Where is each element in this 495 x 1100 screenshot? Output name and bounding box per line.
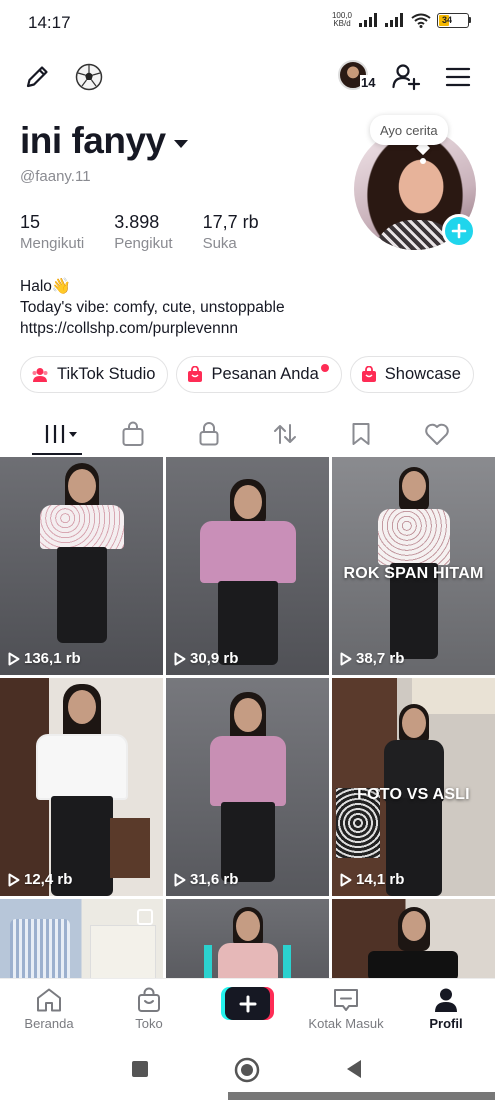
grid-icon (45, 425, 77, 443)
view-count: 14,1 rb (356, 871, 405, 888)
bio-line: Today's vibe: comfy, cute, unstoppable (20, 299, 285, 316)
view-count: 12,4 rb (24, 871, 73, 888)
video-thumbnail[interactable] (0, 899, 163, 981)
bio-line: Halo👋 (20, 278, 72, 295)
bio: Halo👋 Today's vibe: comfy, cute, unstopp… (20, 276, 285, 339)
create-button[interactable] (221, 987, 274, 1020)
home-button-icon[interactable] (234, 1057, 260, 1088)
video-thumbnail[interactable]: 136,1 rb (0, 457, 163, 675)
bookmark-icon (352, 423, 370, 445)
hamburger-menu-icon[interactable] (442, 62, 474, 92)
tab-shop[interactable] (111, 416, 155, 452)
video-thumbnail[interactable] (166, 899, 329, 981)
heart-icon (425, 423, 449, 445)
nav-home[interactable]: Beranda (4, 987, 94, 1031)
video-grid: 136,1 rb 30,9 rb ROK SPAN HITAM 38,7 rb (0, 457, 495, 981)
system-nav (0, 1040, 495, 1100)
wifi-icon (411, 13, 431, 28)
nav-inbox[interactable]: Kotak Masuk (301, 987, 391, 1031)
soccer-ball-icon[interactable] (74, 62, 104, 92)
profile-stats: 15 Mengikuti 3.898 Pengikut 17,7 rb Suka (20, 212, 289, 252)
tab-favorites[interactable] (339, 416, 383, 452)
play-icon (340, 873, 352, 886)
shopping-bag-icon (138, 987, 160, 1012)
add-story-icon[interactable] (442, 214, 476, 248)
shopping-bag-icon (361, 366, 376, 382)
gesture-bar (228, 1092, 495, 1100)
story-avatar[interactable]: 14 (338, 60, 377, 94)
view-count: 30,9 rb (190, 650, 239, 667)
nav-shop[interactable]: Toko (104, 987, 194, 1031)
shopping-bag-icon (188, 366, 203, 382)
notification-dot (320, 364, 329, 372)
tab-liked[interactable] (415, 416, 459, 452)
profile-shortcuts: TikTok Studio Pesanan Anda Showcase (20, 356, 474, 393)
view-count: 31,6 rb (190, 871, 239, 888)
video-thumbnail[interactable]: 12,4 rb (0, 678, 163, 896)
play-icon (340, 652, 352, 665)
showcase-button[interactable]: Showcase (349, 356, 474, 393)
inbox-icon (334, 989, 358, 1011)
view-count: 38,7 rb (356, 650, 405, 667)
tiktok-studio-button[interactable]: TikTok Studio (20, 356, 169, 393)
nav-profile[interactable]: Profil (401, 987, 491, 1031)
video-overlay-text: ROK SPAN HITAM (343, 565, 484, 582)
signal-icon (385, 13, 403, 27)
signal-icon (359, 13, 377, 27)
video-thumbnail[interactable]: ROK SPAN HITAM 38,7 rb (332, 457, 495, 675)
shopping-bag-icon (122, 421, 144, 446)
top-nav: 14 (0, 56, 495, 100)
add-person-icon[interactable] (390, 61, 422, 93)
play-icon (8, 873, 20, 886)
battery-icon: 34 (437, 12, 471, 28)
username: @faany.11 (20, 168, 91, 185)
status-bar: 14:17 100,0 KB/d 34 (0, 0, 495, 48)
status-icons: 100,0 KB/d 34 (331, 12, 471, 28)
person-icon (435, 988, 457, 1012)
play-icon (174, 873, 186, 886)
bottom-nav: Beranda Toko Kotak Masuk Profil (0, 978, 495, 1040)
content-tabs (0, 410, 495, 456)
tab-private[interactable] (187, 416, 231, 452)
network-speed: 100,0 KB/d (331, 11, 353, 28)
play-icon (8, 652, 20, 665)
plus-icon (239, 995, 256, 1012)
stat-followers[interactable]: 3.898 Pengikut (114, 212, 172, 252)
video-thumbnail[interactable]: FOTO VS ASLI 14,1 rb (332, 678, 495, 896)
play-icon (174, 652, 186, 665)
view-count: 136,1 rb (24, 650, 81, 667)
story-count: 14 (360, 75, 377, 90)
video-thumbnail[interactable] (332, 899, 495, 981)
stat-likes[interactable]: 17,7 rb Suka (203, 212, 259, 252)
video-overlay-text: FOTO VS ASLI (357, 786, 470, 803)
stat-following[interactable]: 15 Mengikuti (20, 212, 84, 252)
story-prompt-bubble[interactable]: Ayo cerita (370, 115, 448, 145)
recents-icon[interactable] (131, 1060, 149, 1083)
tab-reposts[interactable] (263, 416, 307, 452)
people-icon (32, 367, 48, 382)
caret-down-icon (173, 140, 188, 148)
back-icon[interactable] (344, 1059, 364, 1084)
status-time: 14:17 (28, 13, 71, 32)
home-icon (37, 988, 61, 1012)
profile-name: ini fanyy (20, 120, 166, 161)
bio-link[interactable]: https://collshp.com/purplevennn (20, 318, 285, 339)
active-tab-indicator (32, 453, 82, 455)
multi-photo-icon (137, 909, 153, 925)
pencil-icon[interactable] (22, 62, 52, 92)
profile-name-switcher[interactable]: ini fanyy (20, 120, 188, 162)
repost-icon (274, 424, 296, 444)
video-thumbnail[interactable]: 30,9 rb (166, 457, 329, 675)
lock-icon (199, 422, 219, 446)
video-thumbnail[interactable]: 31,6 rb (166, 678, 329, 896)
tab-videos[interactable] (36, 416, 84, 452)
orders-button[interactable]: Pesanan Anda (176, 356, 342, 393)
